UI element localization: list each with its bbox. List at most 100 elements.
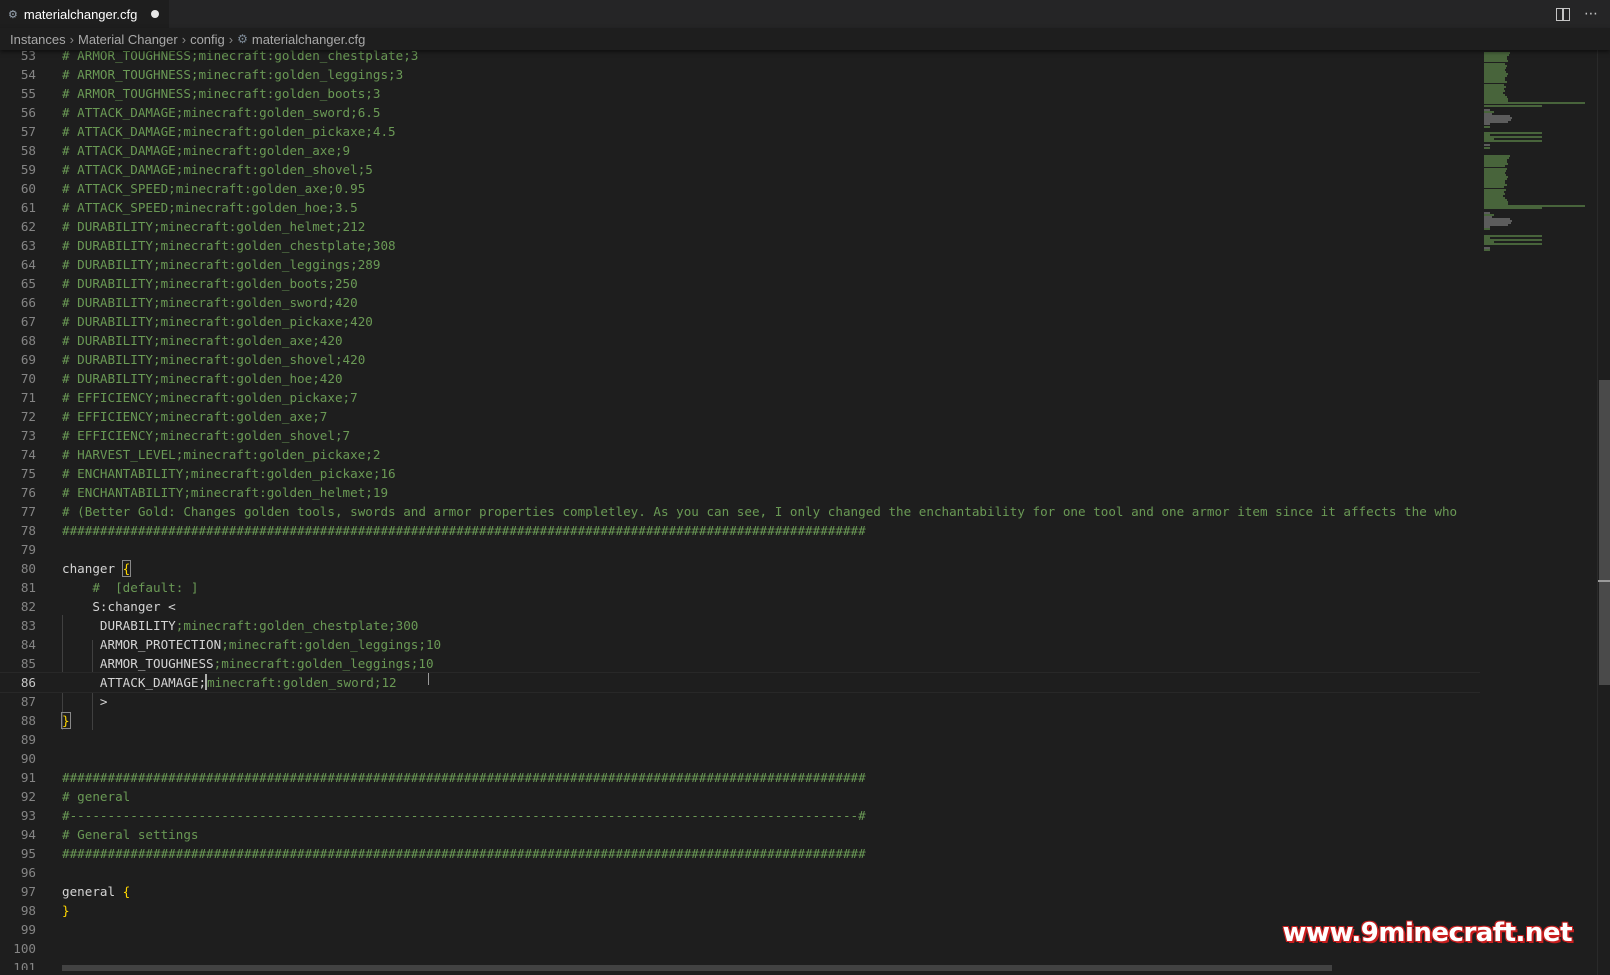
- breadcrumb-item-material-changer[interactable]: Material Changer: [78, 32, 178, 47]
- code-text: # HARVEST_LEVEL;minecraft:golden_pickaxe…: [62, 445, 380, 464]
- tab-materialchanger-cfg[interactable]: ⚙ materialchanger.cfg: [0, 0, 171, 28]
- code-text: ARMOR_PROTECTION;minecraft:golden_leggin…: [62, 635, 441, 654]
- brace-token: }: [61, 712, 71, 729]
- code-line[interactable]: 57 # ATTACK_DAMAGE;minecraft:golden_picka…: [0, 122, 1480, 141]
- breadcrumb-item-config[interactable]: config: [190, 32, 225, 47]
- breadcrumb-item-file[interactable]: materialchanger.cfg: [252, 32, 365, 47]
- code-line[interactable]: 90: [0, 749, 1480, 768]
- code-line[interactable]: 62 # DURABILITY;minecraft:golden_helmet;2…: [0, 217, 1480, 236]
- code-line[interactable]: 61 # ATTACK_SPEED;minecraft:golden_hoe;3.…: [0, 198, 1480, 217]
- code-text: # General settings: [62, 825, 198, 844]
- code-line[interactable]: 56 # ATTACK_DAMAGE;minecraft:golden_sword…: [0, 103, 1480, 122]
- code-line[interactable]: 97 general {: [0, 882, 1480, 901]
- code-line[interactable]: 96: [0, 863, 1480, 882]
- minimap-line: [1484, 104, 1543, 107]
- code-text: # DURABILITY;minecraft:golden_boots;250: [62, 274, 358, 293]
- code-line[interactable]: 76 # ENCHANTABILITY;minecraft:golden_helm…: [0, 483, 1480, 502]
- code-text: general {: [62, 882, 130, 901]
- line-number: 82: [20, 599, 36, 614]
- comment-token: # ATTACK_DAMAGE;minecraft:golden_axe;9: [62, 143, 351, 158]
- comment-token: # DURABILITY;minecraft:golden_shovel;420: [62, 352, 366, 367]
- code-line[interactable]: 58 # ATTACK_DAMAGE;minecraft:golden_axe;9: [0, 141, 1480, 160]
- code-line[interactable]: 70 # DURABILITY;minecraft:golden_hoe;420: [0, 369, 1480, 388]
- watermark-text: www.9minecraft.net: [1282, 918, 1573, 948]
- code-line[interactable]: 54 # ARMOR_TOUGHNESS;minecraft:golden_leg…: [0, 65, 1480, 84]
- brace-token: {: [121, 560, 132, 577]
- minimap-line: [1484, 228, 1490, 231]
- line-number: 69: [20, 352, 36, 367]
- vertical-scrollbar-thumb[interactable]: [1599, 380, 1610, 685]
- code-line[interactable]: 92 # general: [0, 787, 1480, 806]
- code-line[interactable]: 69 # DURABILITY;minecraft:golden_shovel;4…: [0, 350, 1480, 369]
- code-line[interactable]: 71 # EFFICIENCY;minecraft:golden_pickaxe;…: [0, 388, 1480, 407]
- code-line[interactable]: 59 # ATTACK_DAMAGE;minecraft:golden_shove…: [0, 160, 1480, 179]
- code-line[interactable]: 87 >: [0, 692, 1480, 711]
- value-token: ;minecraft:golden_leggings;10: [221, 637, 442, 652]
- code-line[interactable]: 78 ######################################…: [0, 521, 1480, 540]
- code-line[interactable]: 98}: [0, 901, 1480, 920]
- code-line[interactable]: 77 # (Better Gold: Changes golden tools, …: [0, 502, 1480, 521]
- code-line[interactable]: 94 # General settings: [0, 825, 1480, 844]
- line-number: 59: [20, 162, 36, 177]
- code-line[interactable]: 85 ARMOR_TOUGHNESS;minecraft:golden_legg…: [0, 654, 1480, 673]
- code-line[interactable]: 82 S:changer <: [0, 597, 1480, 616]
- chevron-right-icon: ›: [228, 31, 234, 47]
- code-line[interactable]: 84 ARMOR_PROTECTION;minecraft:golden_leg…: [0, 635, 1480, 654]
- value-token: ;minecraft:golden_leggings;10: [213, 656, 434, 671]
- code-line[interactable]: 68 # DURABILITY;minecraft:golden_axe;420: [0, 331, 1480, 350]
- code-line[interactable]: 63 # DURABILITY;minecraft:golden_chestpla…: [0, 236, 1480, 255]
- code-line[interactable]: 100: [0, 939, 1480, 958]
- code-line[interactable]: 60 # ATTACK_SPEED;minecraft:golden_axe;0.…: [0, 179, 1480, 198]
- brace-token: {: [122, 884, 131, 899]
- vertical-scrollbar[interactable]: [1597, 50, 1610, 975]
- code-text: ########################################…: [62, 521, 866, 540]
- line-number: 70: [20, 371, 36, 386]
- code-line[interactable]: 55 # ARMOR_TOUGHNESS;minecraft:golden_boo…: [0, 84, 1480, 103]
- split-editor-icon[interactable]: [1556, 7, 1570, 21]
- code-text: # EFFICIENCY;minecraft:golden_pickaxe;7: [62, 388, 358, 407]
- code-line[interactable]: 95 ######################################…: [0, 844, 1480, 863]
- breadcrumb-item-instances[interactable]: Instances: [10, 32, 66, 47]
- code-text: # DURABILITY;minecraft:golden_hoe;420: [62, 369, 343, 388]
- horizontal-scrollbar-thumb[interactable]: [62, 965, 1332, 971]
- code-text: # ATTACK_DAMAGE;minecraft:golden_sword;6…: [62, 103, 380, 122]
- comment-token: ########################################…: [62, 523, 866, 538]
- minimap[interactable]: [1480, 50, 1598, 975]
- code-line[interactable]: 67 # DURABILITY;minecraft:golden_pickaxe;…: [0, 312, 1480, 331]
- code-line[interactable]: 73 # EFFICIENCY;minecraft:golden_shovel;7: [0, 426, 1480, 445]
- code-line[interactable]: 99: [0, 920, 1480, 939]
- code-line[interactable]: 75 # ENCHANTABILITY;minecraft:golden_pick…: [0, 464, 1480, 483]
- mouse-ibeam-cursor: [428, 673, 429, 685]
- code-line[interactable]: 93 #-------------------------------------…: [0, 806, 1480, 825]
- code-line[interactable]: 88}: [0, 711, 1480, 730]
- line-number: 78: [20, 523, 36, 538]
- code-text: # ARMOR_TOUGHNESS;minecraft:golden_boots…: [62, 84, 380, 103]
- line-number: 96: [20, 865, 36, 880]
- comment-token: ########################################…: [62, 846, 866, 861]
- code-line[interactable]: 64 # DURABILITY;minecraft:golden_leggings…: [0, 255, 1480, 274]
- line-number: 98: [20, 903, 36, 918]
- code-line[interactable]: 91 ######################################…: [0, 768, 1480, 787]
- code-line[interactable]: 86 ATTACK_DAMAGE;minecraft:golden_sword;…: [0, 672, 1480, 693]
- line-number: 81: [20, 580, 36, 595]
- line-number: 55: [20, 86, 36, 101]
- line-number: 95: [20, 846, 36, 861]
- code-text: # DURABILITY;minecraft:golden_pickaxe;42…: [62, 312, 373, 331]
- more-actions-icon[interactable]: ⋯: [1584, 6, 1598, 22]
- code-line[interactable]: 72 # EFFICIENCY;minecraft:golden_axe;7: [0, 407, 1480, 426]
- code-line[interactable]: 80 changer {: [0, 559, 1480, 578]
- code-line[interactable]: 81 # [default: ]: [0, 578, 1480, 597]
- comment-token: # (Better Gold: Changes golden tools, sw…: [62, 504, 1458, 519]
- code-line[interactable]: 83 DURABILITY;minecraft:golden_chestplat…: [0, 616, 1480, 635]
- code-editor[interactable]: 53 # ARMOR_TOUGHNESS;minecraft:golden_che…: [0, 45, 1480, 970]
- comment-token: # DURABILITY;minecraft:golden_helmet;212: [62, 219, 366, 234]
- code-line[interactable]: 66 # DURABILITY;minecraft:golden_sword;42…: [0, 293, 1480, 312]
- code-line[interactable]: 79: [0, 540, 1480, 559]
- code-line[interactable]: 89: [0, 730, 1480, 749]
- code-line[interactable]: 74 # HARVEST_LEVEL;minecraft:golden_picka…: [0, 445, 1480, 464]
- code-line[interactable]: 65 # DURABILITY;minecraft:golden_boots;25…: [0, 274, 1480, 293]
- unsaved-dot-icon[interactable]: [151, 10, 160, 18]
- comment-token: # DURABILITY;minecraft:golden_sword;420: [62, 295, 358, 310]
- value-token: minecraft:golden_sword;12: [207, 675, 397, 690]
- comment-token: # [default: ]: [62, 580, 199, 595]
